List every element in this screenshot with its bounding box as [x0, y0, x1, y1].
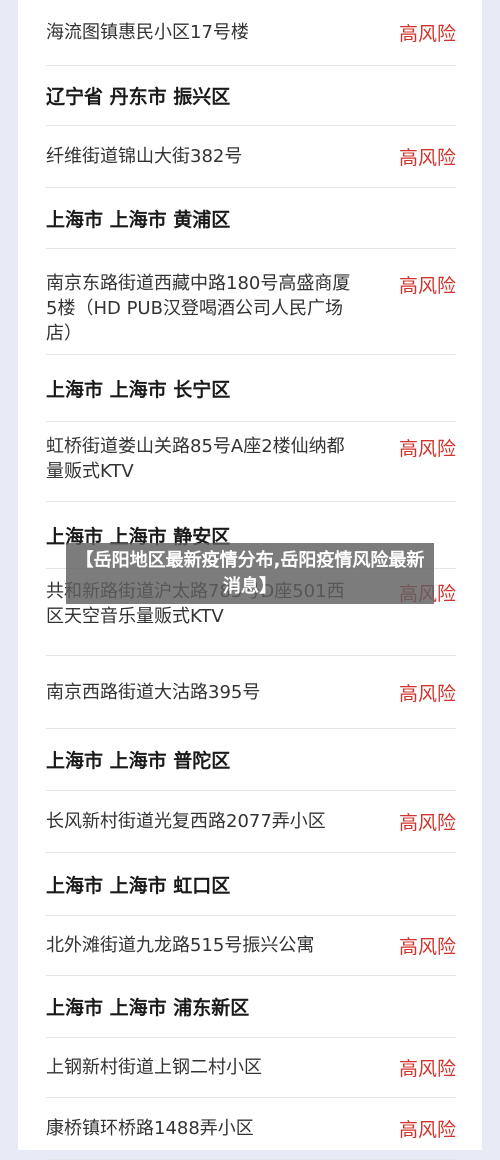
- risk-badge: 高风险: [398, 147, 456, 169]
- list-item[interactable]: 北外滩街道九龙路515号振兴公寓 高风险: [46, 916, 456, 976]
- address-text: 虹桥街道娄山关路85号A座2楼仙纳都量贩式KTV: [46, 436, 345, 482]
- risk-badge: 高风险: [398, 682, 456, 705]
- risk-badge: 高风险: [398, 936, 456, 958]
- list-item[interactable]: 南京东路街道西藏中路180号高盛商厦5楼（HD PUB汉登喝酒公司人民广场店） …: [46, 249, 456, 355]
- region-header: 上海市 上海市 长宁区: [46, 355, 456, 422]
- article-title-overlay: 【岳阳地区最新疫情分布,岳阳疫情风险最新消息】: [66, 543, 434, 604]
- address-text: 长风新村街道光复西路2077弄小区: [46, 811, 326, 832]
- risk-badge: 高风险: [398, 812, 456, 834]
- address-text: 北外滩街道九龙路515号振兴公寓: [46, 935, 315, 956]
- region-header: 上海市 上海市 浦东新区: [46, 976, 456, 1038]
- region-header: 辽宁省 丹东市 振兴区: [46, 66, 456, 126]
- risk-badge: 高风险: [398, 275, 456, 297]
- list-item[interactable]: 康桥镇环桥路1488弄小区 高风险: [46, 1098, 456, 1160]
- region-header: 上海市 上海市 虹口区: [46, 853, 456, 916]
- address-text: 海流图镇惠民小区17号楼: [46, 22, 249, 43]
- address-text: 纤维街道锦山大街382号: [46, 146, 243, 167]
- list-item[interactable]: 海流图镇惠民小区17号楼 高风险: [46, 0, 456, 66]
- address-text: 南京东路街道西藏中路180号高盛商厦5楼（HD PUB汉登喝酒公司人民广场店）: [46, 273, 351, 344]
- region-header: 上海市 上海市 普陀区: [46, 729, 456, 791]
- risk-badge: 高风险: [398, 1119, 456, 1141]
- list-item[interactable]: 纤维街道锦山大街382号 高风险: [46, 126, 456, 188]
- address-text: 南京西路街道大沽路395号: [46, 681, 261, 703]
- list-item[interactable]: 长风新村街道光复西路2077弄小区 高风险: [46, 791, 456, 853]
- region-header: 上海市 上海市 黄浦区: [46, 188, 456, 249]
- list-item[interactable]: 虹桥街道娄山关路85号A座2楼仙纳都量贩式KTV 高风险: [46, 422, 456, 502]
- risk-badge: 高风险: [398, 23, 456, 45]
- address-text: 上钢新村街道上钢二村小区: [46, 1057, 262, 1078]
- list-item[interactable]: 上钢新村街道上钢二村小区 高风险: [46, 1038, 456, 1098]
- risk-badge: 高风险: [398, 1058, 456, 1080]
- address-text: 康桥镇环桥路1488弄小区: [46, 1118, 254, 1139]
- list-item[interactable]: 南京西路街道大沽路395号 高风险: [46, 656, 456, 729]
- risk-badge: 高风险: [398, 438, 456, 460]
